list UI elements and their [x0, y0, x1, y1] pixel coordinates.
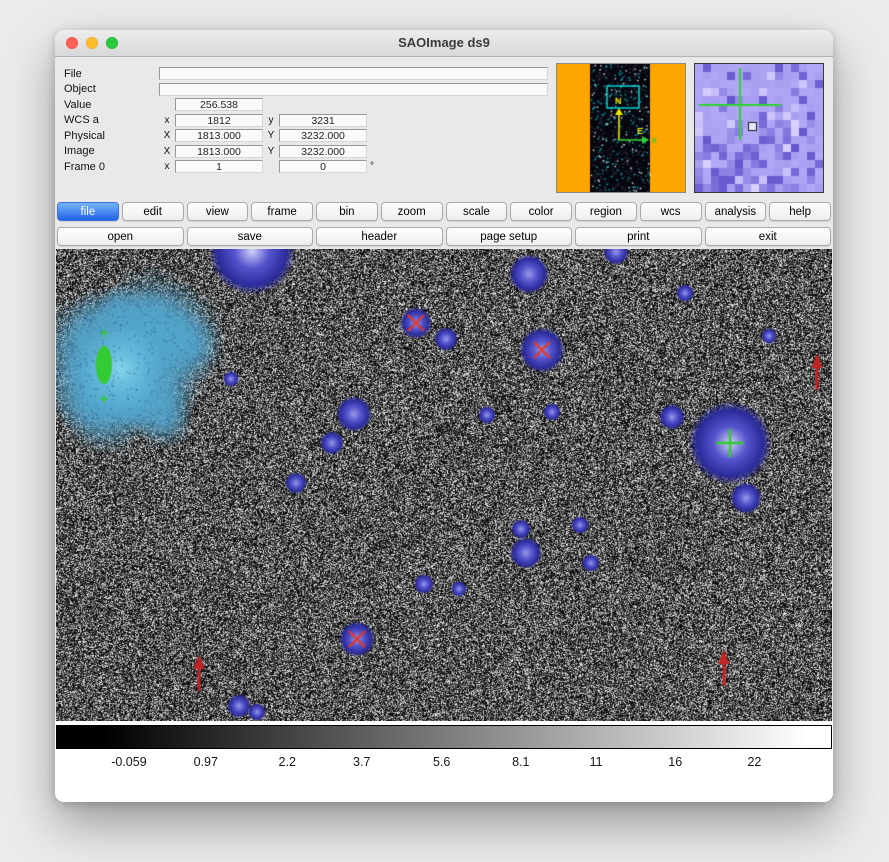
- degree-unit: °: [370, 161, 374, 172]
- menu-button-region[interactable]: region: [575, 202, 637, 221]
- panner[interactable]: [556, 63, 686, 193]
- close-button[interactable]: [66, 37, 78, 49]
- sky-image[interactable]: [56, 249, 832, 721]
- info-row-file: File: [64, 67, 548, 81]
- object-field: [159, 83, 548, 96]
- ds9-window: SAOImage ds9 File Object Value 256.538 W…: [55, 30, 833, 802]
- info-section: File Object Value 256.538 WCS a x 1812 y…: [55, 57, 833, 199]
- wcs-y-label: y: [263, 115, 279, 126]
- panner-canvas: [557, 64, 685, 192]
- physical-x-field: 1813.000: [175, 129, 263, 142]
- value-field: 256.538: [175, 98, 263, 111]
- info-row-image: Image X 1813.000 Y 3232.000: [64, 144, 548, 158]
- menu-button-analysis[interactable]: analysis: [705, 202, 767, 221]
- menu-button-frame[interactable]: frame: [251, 202, 313, 221]
- colorbar-tick-label: 5.6: [433, 755, 450, 769]
- title-bar[interactable]: SAOImage ds9: [55, 30, 833, 57]
- frame-rotation-field: 0: [279, 160, 367, 173]
- menu-button-color[interactable]: color: [510, 202, 572, 221]
- menu-button-scale[interactable]: scale: [446, 202, 508, 221]
- info-row-frame: Frame 0 x 1 0 °: [64, 160, 548, 174]
- wcs-label: WCS a: [64, 114, 159, 126]
- value-label: Value: [64, 99, 159, 111]
- colorbar-tick-label: 2.2: [279, 755, 296, 769]
- colorbar-tick-label: 11: [590, 755, 603, 769]
- menu-button-view[interactable]: view: [187, 202, 249, 221]
- colorbar[interactable]: [56, 725, 832, 749]
- magnifier: [694, 63, 824, 193]
- image-label: Image: [64, 145, 159, 157]
- physical-y-label: Y: [263, 130, 279, 141]
- image-frame: [56, 249, 832, 721]
- file-bar: open save header page setup print exit: [56, 227, 832, 246]
- colorbar-tick-label: 0.97: [194, 755, 218, 769]
- print-button[interactable]: print: [575, 227, 702, 246]
- info-row-object: Object: [64, 82, 548, 96]
- menu-button-help[interactable]: help: [769, 202, 831, 221]
- header-button[interactable]: header: [316, 227, 443, 246]
- wcs-y-field: 3231: [279, 114, 367, 127]
- info-row-physical: Physical X 1813.000 Y 3232.000: [64, 129, 548, 143]
- magnifier-canvas: [695, 64, 823, 192]
- zoom-button[interactable]: [106, 37, 118, 49]
- exit-button[interactable]: exit: [705, 227, 832, 246]
- colorbar-tick-label: 22: [747, 755, 761, 769]
- file-field: [159, 67, 548, 80]
- colorbar-tick-label: 16: [668, 755, 682, 769]
- menu-button-edit[interactable]: edit: [122, 202, 184, 221]
- frame-x-label: x: [159, 161, 175, 172]
- traffic-lights: [66, 37, 118, 49]
- image-x-field: 1813.000: [175, 145, 263, 158]
- colorbar-scale: -0.059 0.97 2.2 3.7 5.6 8.1 11 16 22: [56, 751, 832, 773]
- colorbar-tick-label: -0.059: [111, 755, 146, 769]
- frame-x-field: 1: [175, 160, 263, 173]
- save-button[interactable]: save: [187, 227, 314, 246]
- physical-y-field: 3232.000: [279, 129, 367, 142]
- colorbar-tick-label: 8.1: [512, 755, 529, 769]
- wcs-x-label: x: [159, 115, 175, 126]
- file-label: File: [64, 68, 159, 80]
- menu-button-file[interactable]: file: [57, 202, 119, 221]
- image-y-field: 3232.000: [279, 145, 367, 158]
- physical-x-label: X: [159, 130, 175, 141]
- window-title: SAOImage ds9: [55, 30, 833, 56]
- colorbar-section: -0.059 0.97 2.2 3.7 5.6 8.1 11 16 22: [55, 721, 833, 802]
- physical-label: Physical: [64, 130, 159, 142]
- wcs-x-field: 1812: [175, 114, 263, 127]
- info-row-wcs: WCS a x 1812 y 3231: [64, 113, 548, 127]
- menu-bar: file edit view frame bin zoom scale colo…: [56, 202, 832, 221]
- page-setup-button[interactable]: page setup: [446, 227, 573, 246]
- colorbar-tick-label: 3.7: [353, 755, 370, 769]
- menu-button-wcs[interactable]: wcs: [640, 202, 702, 221]
- minimize-button[interactable]: [86, 37, 98, 49]
- info-panel: File Object Value 256.538 WCS a x 1812 y…: [64, 63, 548, 193]
- info-row-value: Value 256.538: [64, 98, 548, 112]
- image-y-label: Y: [263, 146, 279, 157]
- menu-button-bin[interactable]: bin: [316, 202, 378, 221]
- menu-button-zoom[interactable]: zoom: [381, 202, 443, 221]
- object-label: Object: [64, 83, 159, 95]
- image-x-label: X: [159, 146, 175, 157]
- open-button[interactable]: open: [57, 227, 184, 246]
- frame-label: Frame 0: [64, 161, 159, 173]
